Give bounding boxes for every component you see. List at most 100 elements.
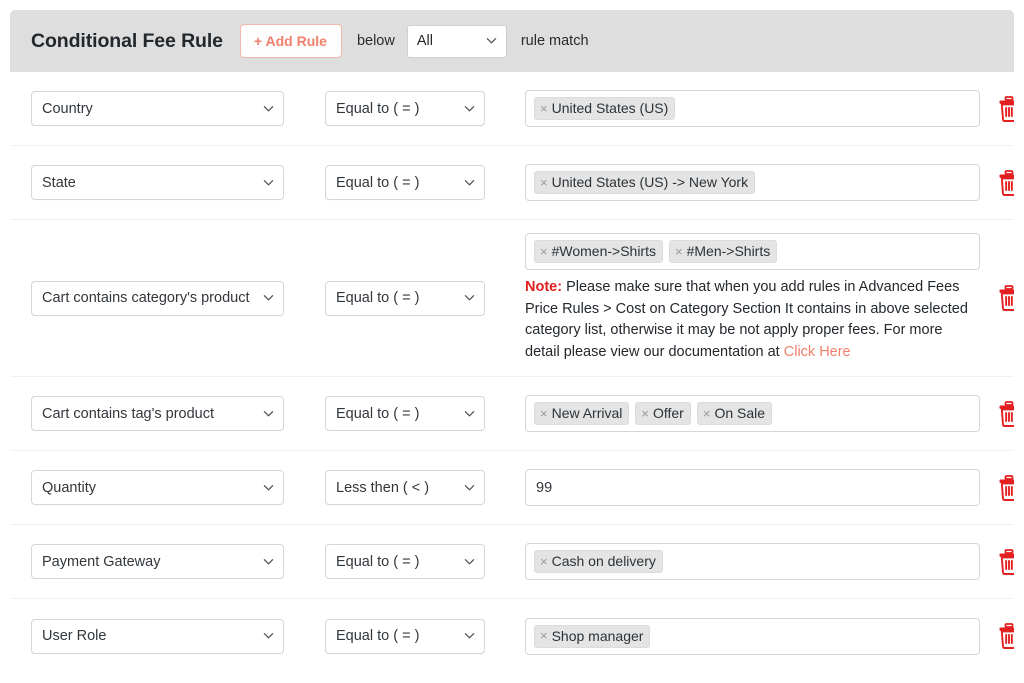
chip-label: Shop manager bbox=[551, 627, 644, 644]
chip-label: Offer bbox=[652, 405, 684, 421]
condition-select[interactable]: Payment Gateway bbox=[31, 544, 284, 579]
value-chip[interactable]: × #Women->Shirts bbox=[534, 240, 663, 263]
action-column bbox=[998, 474, 1014, 501]
chip-remove-icon[interactable]: × bbox=[540, 176, 548, 189]
value-chip[interactable]: × New Arrival bbox=[534, 402, 630, 425]
trash-icon bbox=[998, 95, 1014, 122]
operator-select[interactable]: Equal to ( = ) bbox=[325, 280, 485, 316]
condition-column: Cart contains tag's product bbox=[31, 396, 284, 431]
value-column: × United States (US) -> New York bbox=[525, 164, 980, 201]
value-chips-field[interactable]: × New Arrival × Offer × On Sale bbox=[525, 395, 980, 432]
chevron-down-icon bbox=[464, 292, 475, 303]
operator-select-value: Equal to ( = ) bbox=[336, 553, 420, 570]
chip-label: #Men->Shirts bbox=[686, 243, 771, 259]
value-chip[interactable]: × United States (US) bbox=[534, 97, 676, 120]
chip-remove-icon[interactable]: × bbox=[540, 102, 548, 115]
value-text-field[interactable]: 99 bbox=[525, 469, 980, 506]
value-chip[interactable]: × Offer bbox=[635, 402, 691, 425]
chip-label: #Women->Shirts bbox=[551, 243, 656, 259]
operator-select-value: Equal to ( = ) bbox=[336, 290, 420, 306]
trash-icon bbox=[998, 548, 1014, 575]
operator-select[interactable]: Equal to ( = ) bbox=[325, 396, 485, 431]
value-chips-field[interactable]: × United States (US) bbox=[525, 90, 980, 127]
chip-label: Cash on delivery bbox=[551, 553, 656, 569]
delete-rule-button[interactable] bbox=[998, 623, 1014, 649]
rule-row: State Equal to ( = ) × United States (US) -… bbox=[10, 146, 1014, 220]
chip-label: On Sale bbox=[714, 405, 766, 421]
condition-column: Payment Gateway bbox=[31, 544, 284, 579]
delete-rule-button[interactable] bbox=[998, 400, 1014, 427]
chevron-down-icon bbox=[263, 630, 274, 641]
note-label: Note: bbox=[525, 279, 563, 295]
condition-select[interactable]: Cart contains tag's product bbox=[31, 396, 284, 431]
value-column: × Shop manager bbox=[525, 617, 980, 655]
chip-remove-icon[interactable]: × bbox=[540, 407, 548, 420]
chevron-down-icon bbox=[263, 103, 274, 114]
chevron-down-icon bbox=[464, 482, 475, 493]
condition-select[interactable]: Country bbox=[31, 91, 284, 126]
action-column bbox=[998, 548, 1014, 575]
rule-row: Country Equal to ( = ) × United States (US) bbox=[10, 72, 1014, 146]
trash-icon bbox=[998, 400, 1014, 427]
chip-remove-icon[interactable]: × bbox=[540, 245, 548, 258]
chip-remove-icon[interactable]: × bbox=[641, 407, 649, 420]
rule-row: Quantity Less then ( < ) 99 bbox=[10, 451, 1014, 525]
operator-select[interactable]: Less then ( < ) bbox=[325, 470, 485, 505]
value-chips-field[interactable]: × Shop manager bbox=[525, 617, 980, 655]
condition-column: Cart contains category's product bbox=[31, 280, 284, 316]
condition-select[interactable]: State bbox=[31, 165, 284, 200]
trash-icon bbox=[998, 285, 1014, 311]
value-chips-field[interactable]: × Cash on delivery bbox=[525, 543, 980, 580]
trash-icon bbox=[998, 623, 1014, 649]
value-column: × New Arrival × Offer × On Sale bbox=[525, 395, 980, 432]
chip-label: New Arrival bbox=[551, 405, 623, 421]
chevron-down-icon bbox=[464, 177, 475, 188]
chip-remove-icon[interactable]: × bbox=[675, 245, 683, 258]
operator-select[interactable]: Equal to ( = ) bbox=[325, 91, 485, 126]
operator-column: Equal to ( = ) bbox=[325, 280, 485, 316]
delete-rule-button[interactable] bbox=[998, 285, 1014, 311]
chevron-down-icon bbox=[263, 177, 274, 188]
value-chip[interactable]: × #Men->Shirts bbox=[669, 240, 778, 263]
rule-row: Cart contains category's product Equal to… bbox=[10, 220, 1014, 377]
condition-select[interactable]: Quantity bbox=[31, 470, 284, 505]
value-chip[interactable]: × United States (US) -> New York bbox=[534, 171, 756, 194]
note-documentation-link[interactable]: Click Here bbox=[784, 344, 851, 360]
value-chips-field[interactable]: × #Women->Shirts × #Men->Shirts bbox=[525, 233, 980, 270]
rules-list: Country Equal to ( = ) × United States (US)… bbox=[10, 72, 1014, 673]
value-chip[interactable]: × On Sale bbox=[696, 402, 773, 425]
chevron-down-icon bbox=[464, 408, 475, 419]
operator-select-value: Equal to ( = ) bbox=[336, 174, 420, 191]
operator-select[interactable]: Equal to ( = ) bbox=[325, 618, 485, 654]
rule-match-select[interactable]: All bbox=[406, 24, 507, 58]
value-text: 99 bbox=[536, 479, 553, 496]
chip-remove-icon[interactable]: × bbox=[540, 555, 548, 568]
add-rule-button[interactable]: + Add Rule bbox=[239, 24, 342, 58]
value-column: × #Women->Shirts × #Men->Shirts Note: Please… bbox=[525, 233, 980, 363]
delete-rule-button[interactable] bbox=[998, 95, 1014, 122]
operator-column: Equal to ( = ) bbox=[325, 618, 485, 654]
chevron-down-icon bbox=[464, 556, 475, 567]
operator-column: Equal to ( = ) bbox=[325, 544, 485, 579]
delete-rule-button[interactable] bbox=[998, 548, 1014, 575]
rule-match-select-value: All bbox=[416, 33, 433, 49]
delete-rule-button[interactable] bbox=[998, 474, 1014, 501]
condition-select-value: User Role bbox=[42, 628, 107, 644]
operator-column: Equal to ( = ) bbox=[325, 91, 485, 126]
condition-select[interactable]: Cart contains category's product bbox=[31, 280, 284, 316]
chip-remove-icon[interactable]: × bbox=[703, 407, 711, 420]
value-chip[interactable]: × Cash on delivery bbox=[534, 550, 663, 573]
value-chip[interactable]: × Shop manager bbox=[534, 624, 651, 648]
action-column bbox=[998, 95, 1014, 122]
operator-select[interactable]: Equal to ( = ) bbox=[325, 165, 485, 200]
delete-rule-button[interactable] bbox=[998, 169, 1014, 196]
action-column bbox=[998, 400, 1014, 427]
value-column: 99 bbox=[525, 469, 980, 506]
chip-remove-icon[interactable]: × bbox=[540, 629, 548, 642]
chevron-down-icon bbox=[464, 103, 475, 114]
chevron-down-icon bbox=[263, 292, 274, 303]
operator-select[interactable]: Equal to ( = ) bbox=[325, 544, 485, 579]
value-chips-field[interactable]: × United States (US) -> New York bbox=[525, 164, 980, 201]
chip-label: United States (US) -> New York bbox=[551, 174, 749, 190]
condition-select[interactable]: User Role bbox=[31, 618, 284, 654]
